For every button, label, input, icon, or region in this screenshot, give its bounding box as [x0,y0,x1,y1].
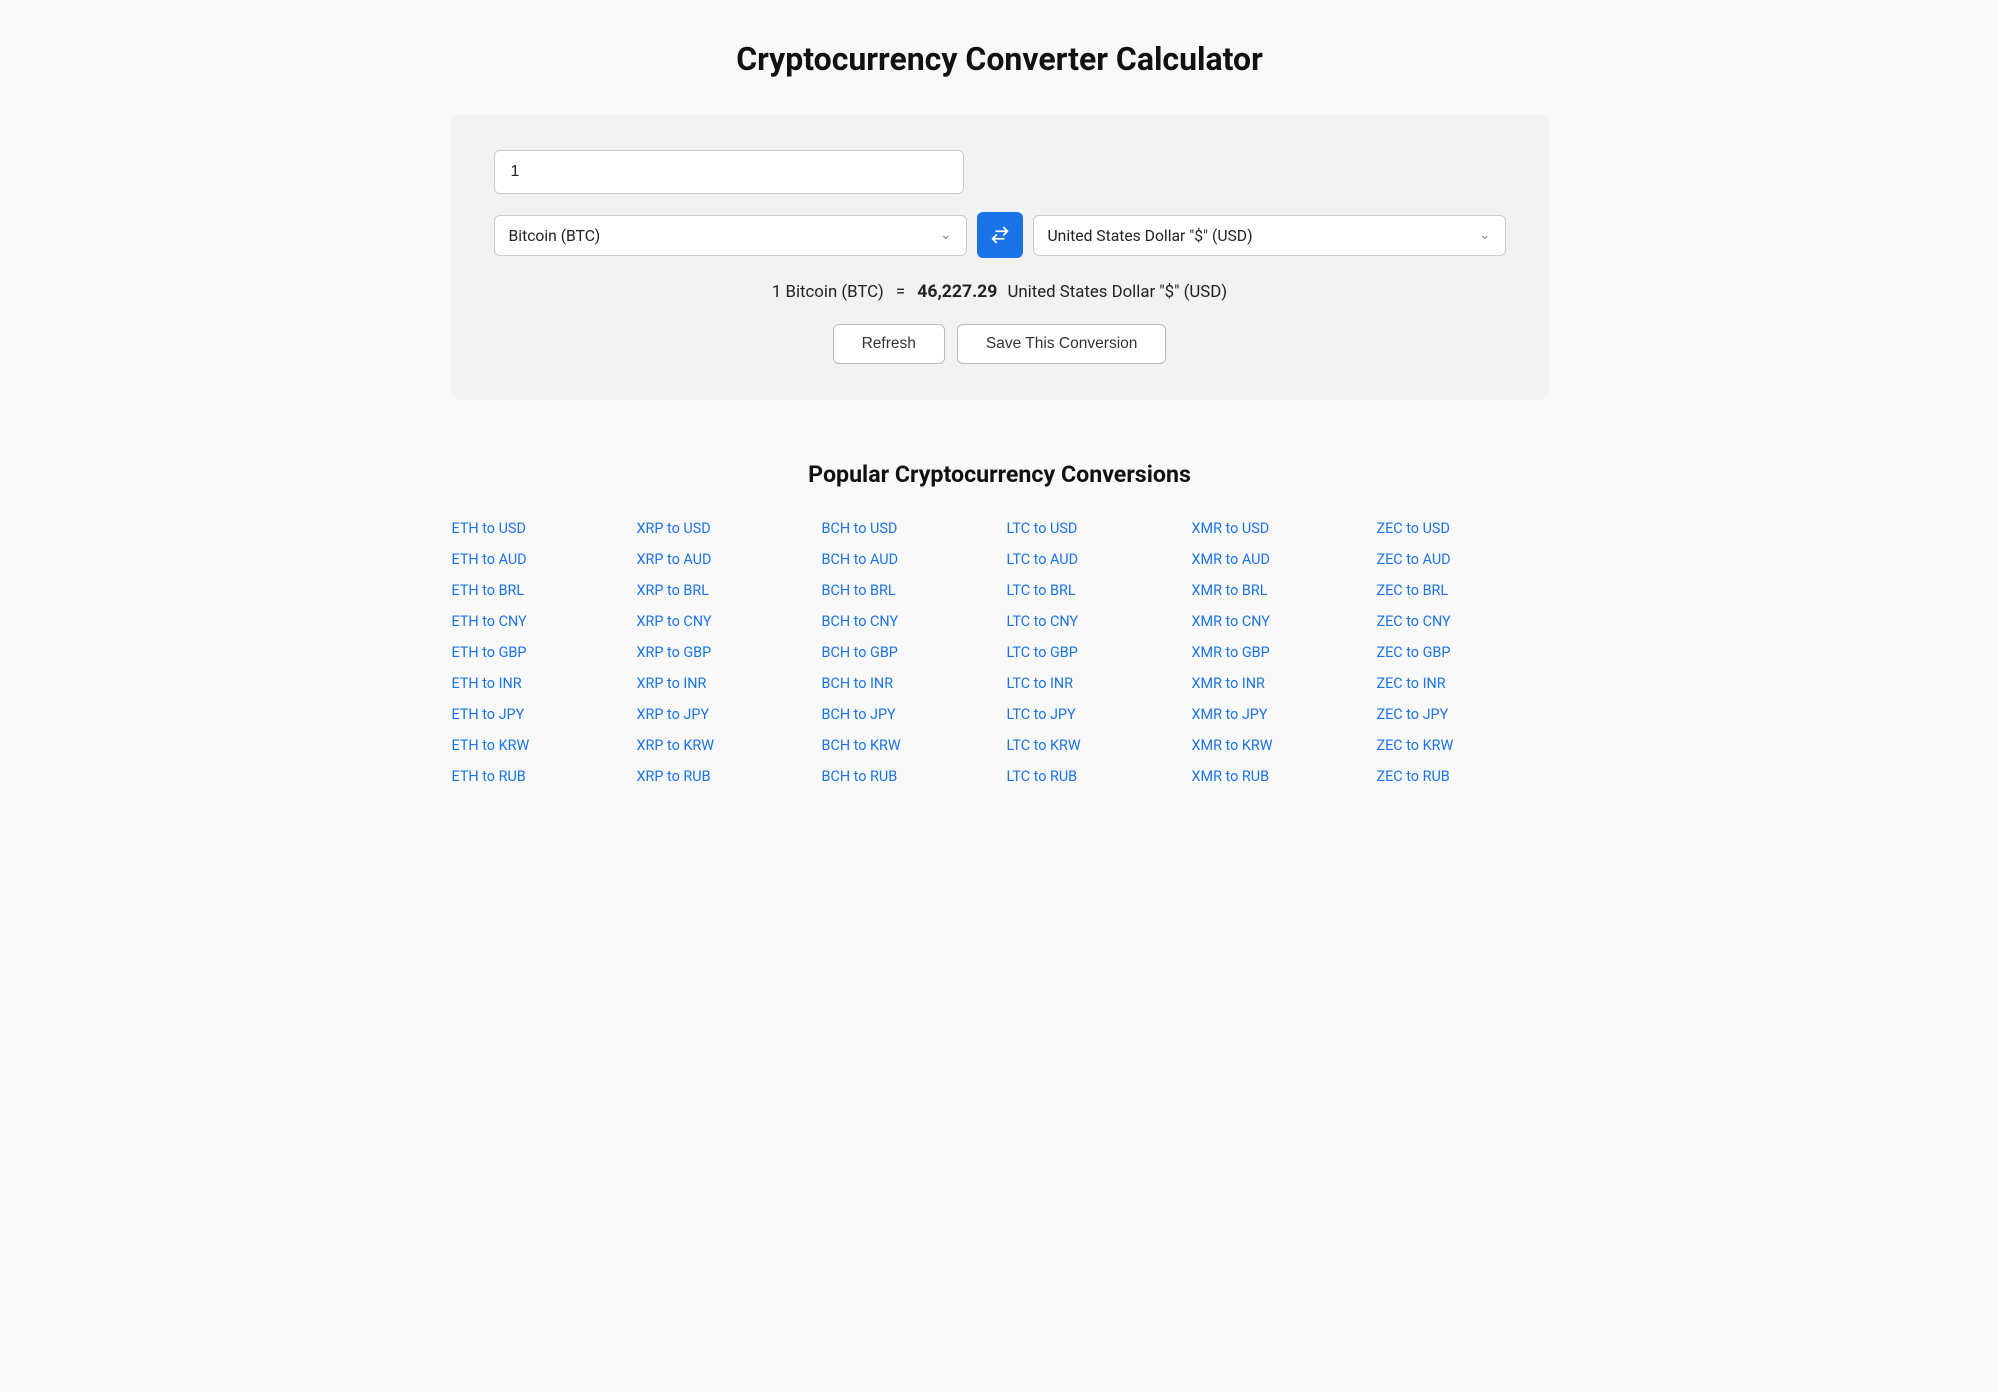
from-currency-chevron-icon: ⌄ [940,227,951,243]
to-currency-chevron-icon: ⌄ [1479,227,1490,243]
list-item[interactable]: LTC to GBP [1005,640,1180,665]
list-item[interactable]: ZEC to GBP [1375,640,1550,665]
refresh-button[interactable]: Refresh [833,324,945,364]
list-item[interactable]: ETH to RUB [450,764,625,789]
converter-card: Bitcoin (BTC) ⌄ United States Dollar "$"… [450,114,1550,400]
list-item[interactable]: BCH to CNY [820,609,995,634]
list-item[interactable]: ETH to AUD [450,547,625,572]
result-from-text: 1 Bitcoin (BTC) [772,282,884,302]
popular-section: Popular Cryptocurrency Conversions ETH t… [450,460,1550,789]
list-item[interactable]: XMR to GBP [1190,640,1365,665]
list-item[interactable]: ZEC to INR [1375,671,1550,696]
selectors-row: Bitcoin (BTC) ⌄ United States Dollar "$"… [494,212,1506,258]
list-item[interactable]: ZEC to JPY [1375,702,1550,727]
list-item[interactable]: ETH to JPY [450,702,625,727]
to-currency-selector[interactable]: United States Dollar "$" (USD) ⌄ [1033,215,1506,256]
save-conversion-button[interactable]: Save This Conversion [957,324,1167,364]
result-equals: = [896,282,905,302]
list-item[interactable]: BCH to USD [820,516,995,541]
list-item[interactable]: XMR to BRL [1190,578,1365,603]
list-item[interactable]: XRP to USD [635,516,810,541]
result-row: 1 Bitcoin (BTC) = 46,227.29 United State… [494,282,1506,302]
list-item[interactable]: XRP to JPY [635,702,810,727]
list-item[interactable]: BCH to AUD [820,547,995,572]
action-buttons: Refresh Save This Conversion [494,324,1506,364]
list-item[interactable]: XRP to GBP [635,640,810,665]
list-item[interactable]: BCH to JPY [820,702,995,727]
amount-input[interactable] [494,150,964,194]
list-item[interactable]: ETH to BRL [450,578,625,603]
list-item[interactable]: XRP to INR [635,671,810,696]
list-item[interactable]: ZEC to USD [1375,516,1550,541]
list-item[interactable]: BCH to RUB [820,764,995,789]
list-item[interactable]: LTC to BRL [1005,578,1180,603]
list-item[interactable]: LTC to KRW [1005,733,1180,758]
list-item[interactable]: LTC to JPY [1005,702,1180,727]
list-item[interactable]: ETH to GBP [450,640,625,665]
list-item[interactable]: XMR to AUD [1190,547,1365,572]
list-item[interactable]: LTC to USD [1005,516,1180,541]
list-item[interactable]: ETH to KRW [450,733,625,758]
result-unit: United States Dollar "$" (USD) [1008,282,1228,302]
list-item[interactable]: ETH to INR [450,671,625,696]
result-value: 46,227.29 [917,282,997,302]
list-item[interactable]: LTC to AUD [1005,547,1180,572]
conversions-grid: ETH to USD XRP to USD BCH to USD LTC to USD… [450,516,1550,789]
list-item[interactable]: LTC to RUB [1005,764,1180,789]
list-item[interactable]: BCH to BRL [820,578,995,603]
popular-title: Popular Cryptocurrency Conversions [450,460,1550,488]
swap-icon [990,225,1010,245]
list-item[interactable]: XMR to KRW [1190,733,1365,758]
list-item[interactable]: ZEC to CNY [1375,609,1550,634]
from-currency-label: Bitcoin (BTC) [509,226,933,245]
list-item[interactable]: ETH to USD [450,516,625,541]
list-item[interactable]: ZEC to KRW [1375,733,1550,758]
list-item[interactable]: XMR to INR [1190,671,1365,696]
list-item[interactable]: ZEC to AUD [1375,547,1550,572]
list-item[interactable]: XRP to RUB [635,764,810,789]
page-title: Cryptocurrency Converter Calculator [60,40,1939,78]
list-item[interactable]: XMR to JPY [1190,702,1365,727]
list-item[interactable]: LTC to CNY [1005,609,1180,634]
from-currency-selector[interactable]: Bitcoin (BTC) ⌄ [494,215,967,256]
list-item[interactable]: BCH to GBP [820,640,995,665]
list-item[interactable]: XRP to AUD [635,547,810,572]
list-item[interactable]: ZEC to RUB [1375,764,1550,789]
list-item[interactable]: LTC to INR [1005,671,1180,696]
list-item[interactable]: BCH to INR [820,671,995,696]
list-item[interactable]: XRP to KRW [635,733,810,758]
list-item[interactable]: XRP to CNY [635,609,810,634]
list-item[interactable]: ZEC to BRL [1375,578,1550,603]
list-item[interactable]: XRP to BRL [635,578,810,603]
list-item[interactable]: XMR to CNY [1190,609,1365,634]
list-item[interactable]: XMR to USD [1190,516,1365,541]
list-item[interactable]: BCH to KRW [820,733,995,758]
swap-button[interactable] [977,212,1023,258]
list-item[interactable]: XMR to RUB [1190,764,1365,789]
to-currency-label: United States Dollar "$" (USD) [1048,226,1472,245]
list-item[interactable]: ETH to CNY [450,609,625,634]
